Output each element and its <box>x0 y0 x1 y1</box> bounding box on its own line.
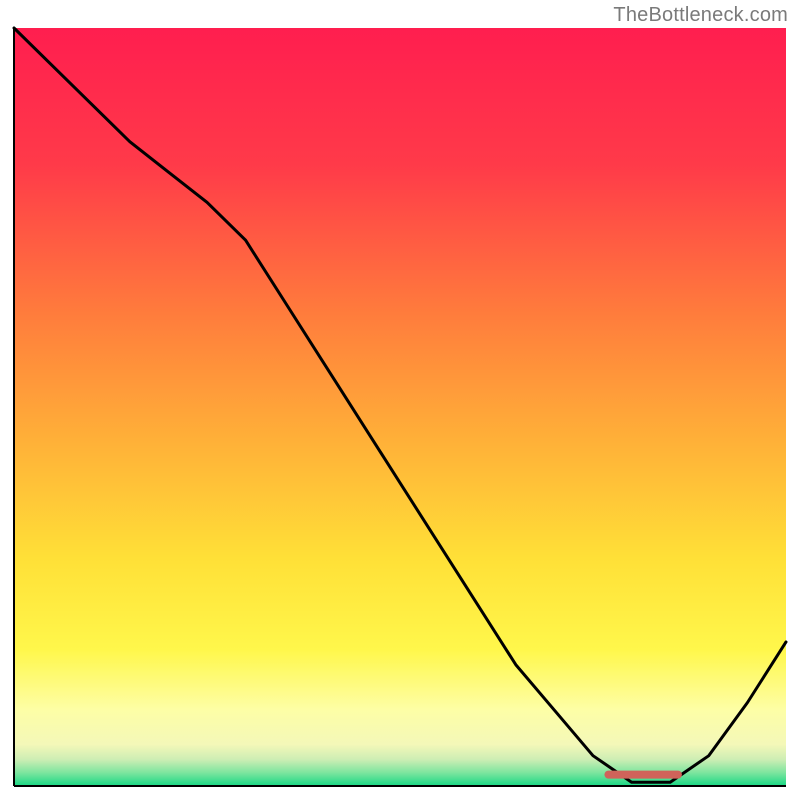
bottleneck-chart <box>0 0 800 800</box>
chart-stage: TheBottleneck.com <box>0 0 800 800</box>
